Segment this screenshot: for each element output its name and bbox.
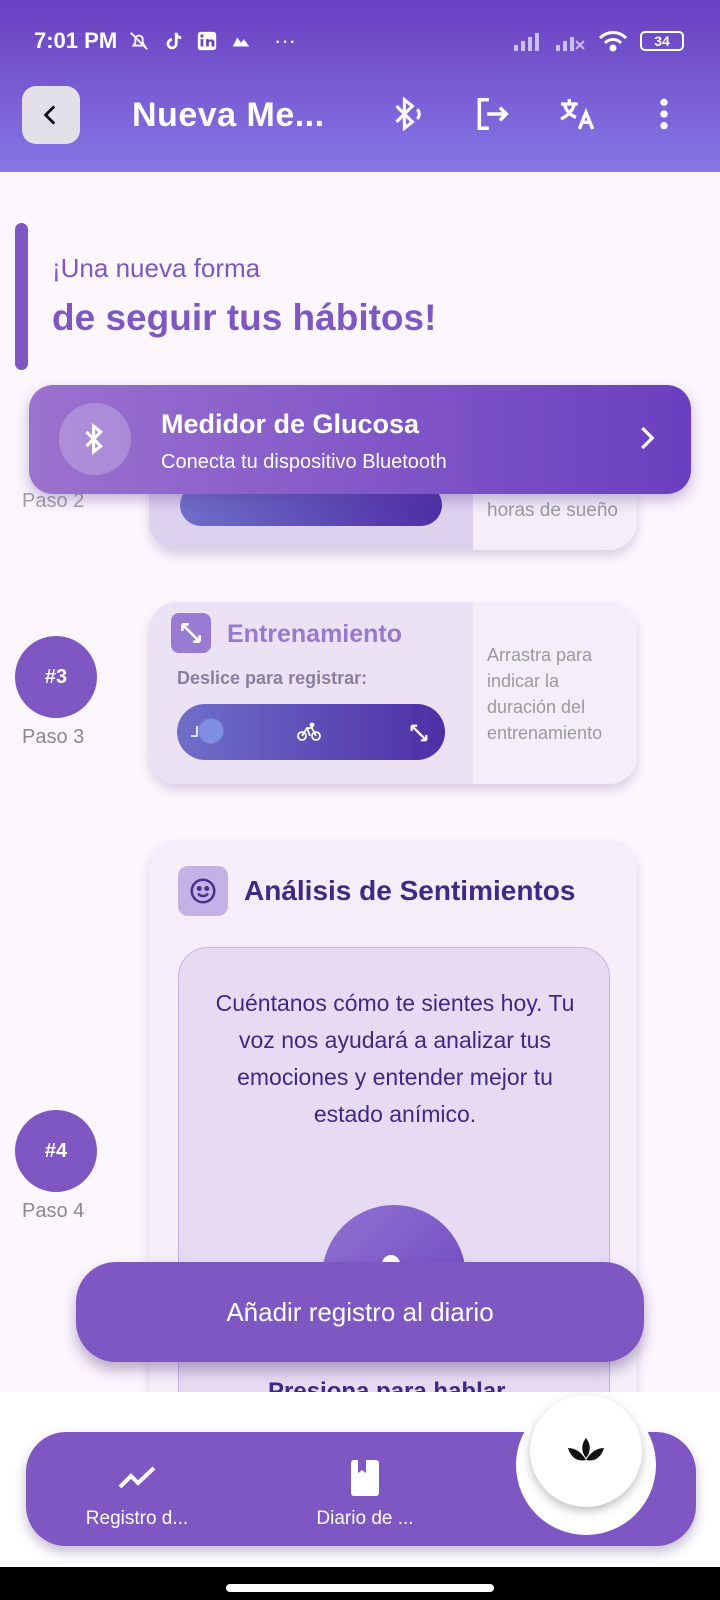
bluetooth-button[interactable] [384, 92, 428, 136]
glucose-meter-banner[interactable]: Medidor de Glucosa Conecta tu dispositiv… [29, 385, 691, 494]
step3-card: Entrenamiento Deslice para registrar: Ar… [149, 602, 637, 784]
system-icons: 34 [514, 30, 684, 52]
notification-icons: ··· [128, 28, 296, 54]
step3-badge: #3 [15, 636, 97, 718]
trending-up-icon [118, 1466, 156, 1489]
home-fab-button[interactable] [530, 1395, 642, 1507]
bluetooth-icon [85, 423, 103, 455]
sentiment-icon-box [178, 866, 228, 916]
status-bar: 7:01 PM ··· 34 [0, 18, 720, 66]
logout-icon [477, 98, 509, 130]
back-button[interactable] [22, 86, 80, 144]
workout-icon-box [171, 613, 211, 653]
banner-subtitle: Conecta tu dispositivo Bluetooth [161, 451, 447, 473]
step3-instruction: Deslice para registrar: [177, 668, 368, 688]
bluetooth-circle [59, 403, 131, 475]
app-logo-icon [232, 37, 250, 47]
battery-indicator: 34 [640, 31, 684, 51]
step4-label: Paso 4 [22, 1200, 85, 1222]
wifi-icon [598, 31, 628, 52]
step3-hint: Arrastra para indicar la duración del en… [487, 645, 603, 743]
expand-arrows-icon [181, 623, 201, 643]
back-icon [43, 105, 56, 125]
slider-knob[interactable] [198, 718, 224, 744]
more-options-button[interactable] [642, 92, 686, 136]
translate-icon [560, 99, 595, 130]
nav-label-diario: Diario de ... [316, 1508, 414, 1529]
banner-title: Medidor de Glucosa [161, 409, 420, 439]
workout-duration-slider[interactable] [177, 704, 445, 760]
status-time: 7:01 PM [34, 28, 118, 53]
add-diary-entry-button[interactable]: Añadir registro al diario [76, 1262, 644, 1362]
header-accent-bar [15, 223, 28, 370]
expand-icon [410, 724, 428, 742]
home-indicator[interactable] [226, 1584, 494, 1592]
book-icon [351, 1460, 379, 1496]
bluetooth-audio-icon [395, 96, 421, 132]
bicycle-icon [297, 722, 321, 741]
tiktok-icon [166, 32, 182, 50]
nav-item-diario[interactable]: Diario de ... [280, 1458, 450, 1530]
page-title: Nueva Me... [132, 96, 325, 134]
more-notifications-icon: ··· [274, 28, 296, 53]
logout-button[interactable] [470, 92, 514, 136]
app-header: 7:01 PM ··· 34 Nueva Me... [0, 0, 720, 172]
step3-title: Entrenamiento [227, 620, 403, 648]
signal-off-icon [556, 37, 585, 51]
more-vert-icon [660, 98, 668, 130]
bell-off-icon [130, 32, 148, 50]
signal-icon [514, 33, 539, 51]
step4-title: Análisis de Sentimientos [244, 875, 576, 906]
sentiment-description: Cuéntanos cómo te sientes hoy. Tu voz no… [215, 990, 575, 1127]
linkedin-icon [197, 31, 217, 51]
translate-button[interactable] [554, 92, 598, 136]
lotus-icon [568, 1438, 604, 1461]
step4-badge: #4 [15, 1110, 97, 1192]
chevron-right-icon [641, 426, 655, 450]
nav-item-registro[interactable]: Registro d... [52, 1458, 222, 1530]
step2-hint: horas de sueño [487, 500, 618, 521]
header-line1: ¡Una nueva forma [52, 253, 261, 283]
step3-label: Paso 3 [22, 726, 85, 748]
nav-label-registro: Registro d... [85, 1508, 189, 1529]
smile-icon [190, 878, 216, 904]
header-line2: de seguir tus hábitos! [52, 297, 437, 338]
slider-start-icon [191, 726, 198, 737]
